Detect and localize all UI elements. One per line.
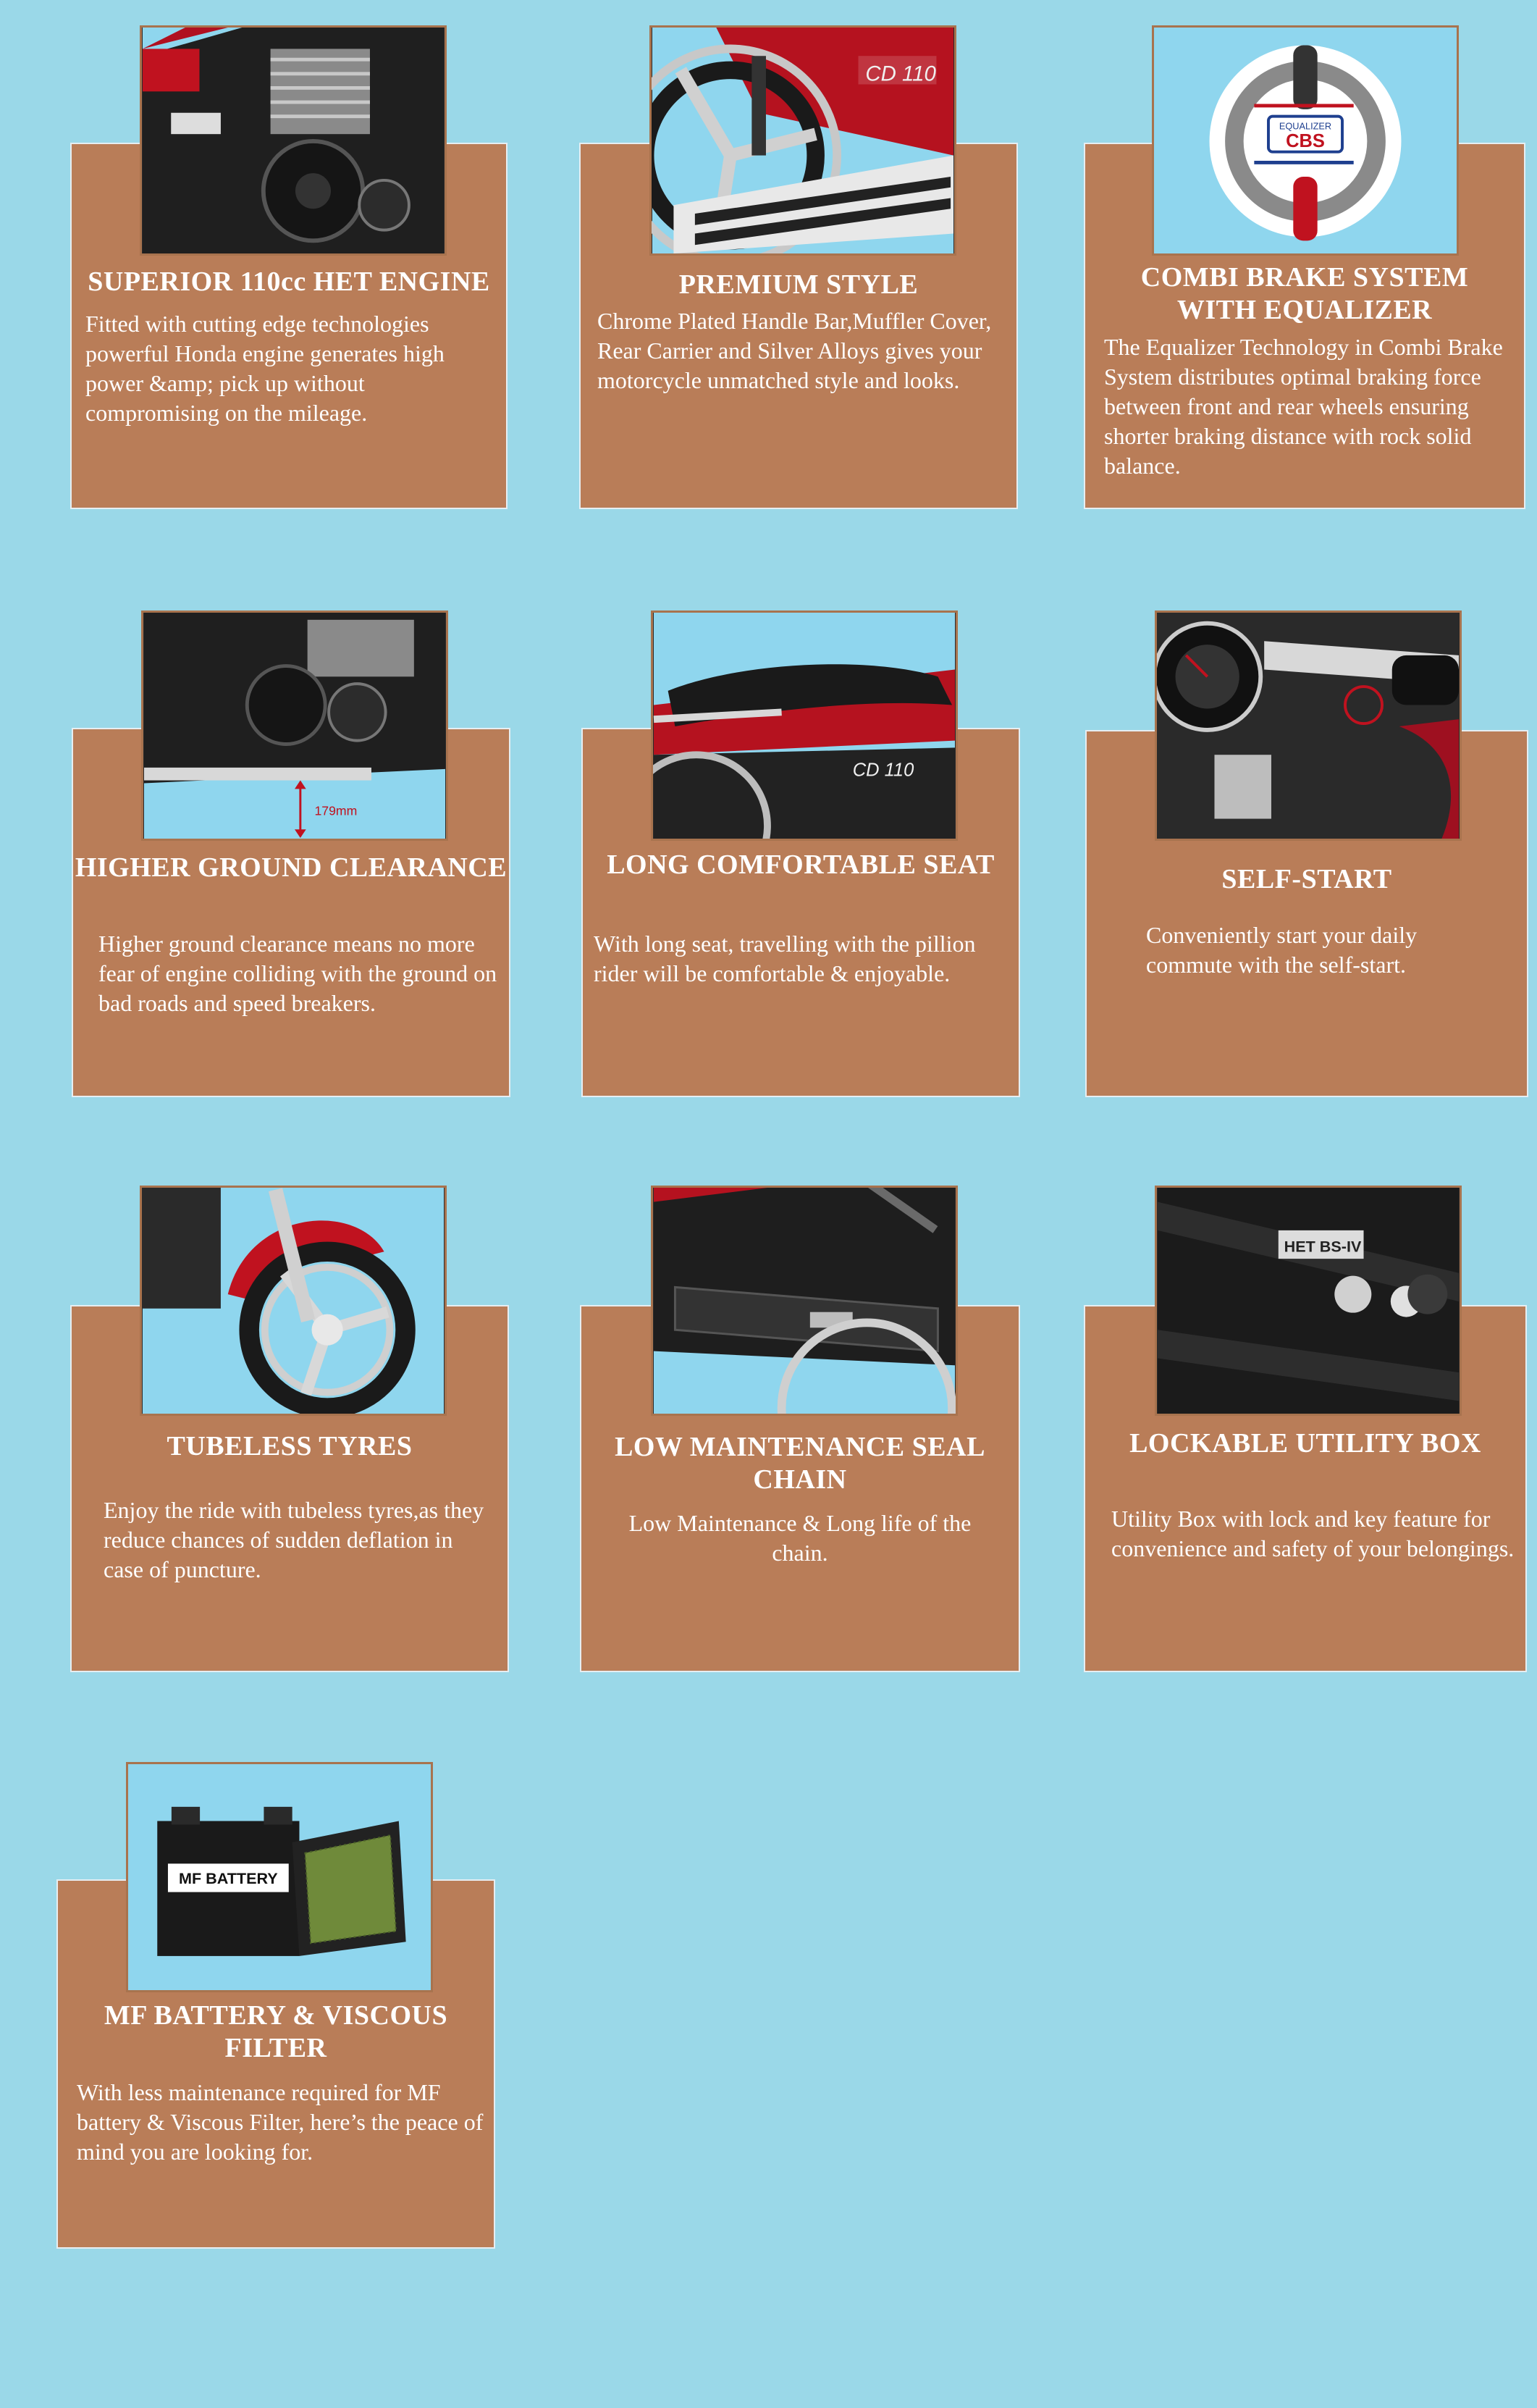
feature-title: LOCKABLE UTILITY BOX xyxy=(1129,1428,1481,1459)
feature-title: LOW MAINTENANCE SEAL CHAIN xyxy=(615,1432,985,1495)
feature-description: Conveniently start your daily commute wi… xyxy=(1146,922,1418,978)
mf-battery-label: MF BATTERY xyxy=(179,1869,278,1887)
feature-description: With long seat, travelling with the pill… xyxy=(594,931,976,986)
ground-clearance-photo: 179mm xyxy=(141,611,448,841)
feature-title: TUBELESS TYRES xyxy=(167,1431,413,1461)
feature-title: SUPERIOR 110cc HET ENGINE xyxy=(88,267,490,297)
measure-label: 179mm xyxy=(314,804,357,818)
chain-photo xyxy=(651,1186,958,1416)
self-start-photo xyxy=(1155,611,1462,841)
feature-description: Enjoy the ride with tubeless tyres,as th… xyxy=(104,1497,484,1582)
battery-photo: MF BATTERY xyxy=(126,1762,433,1992)
feature-description: With less maintenance required for MF ba… xyxy=(77,2079,484,2165)
seat-photo: CD 110 xyxy=(651,611,958,841)
cd110-badge: CD 110 xyxy=(865,62,936,86)
feature-title: MF BATTERY & VISCOUS FILTER xyxy=(104,2000,448,2063)
cbs-label: CBS xyxy=(1286,131,1325,151)
feature-title: HIGHER GROUND CLEARANCE xyxy=(75,852,508,883)
muffler-photo: CD 110 xyxy=(649,25,956,256)
het-badge: HET BS-IV xyxy=(1284,1237,1362,1255)
feature-title: PREMIUM STYLE xyxy=(678,269,919,300)
feature-description: Low Maintenance & Long life of the chain… xyxy=(628,1510,972,1566)
feature-description: Higher ground clearance means no more fe… xyxy=(98,931,497,1016)
cd110-badge: CD 110 xyxy=(853,760,914,781)
feature-description: Fitted with cutting edge technologies po… xyxy=(85,311,445,426)
feature-description: Utility Box with lock and key feature fo… xyxy=(1111,1506,1515,1561)
feature-title: COMBI BRAKE SYSTEM WITH EQUALIZER xyxy=(1140,262,1469,325)
equalizer-label: EQUALIZER xyxy=(1279,120,1331,131)
feature-title: SELF-START xyxy=(1221,864,1392,894)
feature-description: The Equalizer Technology in Combi Brake … xyxy=(1104,334,1503,479)
engine-photo xyxy=(140,25,447,256)
cbs-logo: EQUALIZER CBS xyxy=(1152,25,1459,256)
feature-description: Chrome Plated Handle Bar,Muffler Cover, … xyxy=(597,308,992,393)
utility-box-photo: HET BS-IV xyxy=(1155,1186,1462,1416)
tyre-photo xyxy=(140,1186,447,1416)
feature-title: LONG COMFORTABLE SEAT xyxy=(607,849,995,880)
